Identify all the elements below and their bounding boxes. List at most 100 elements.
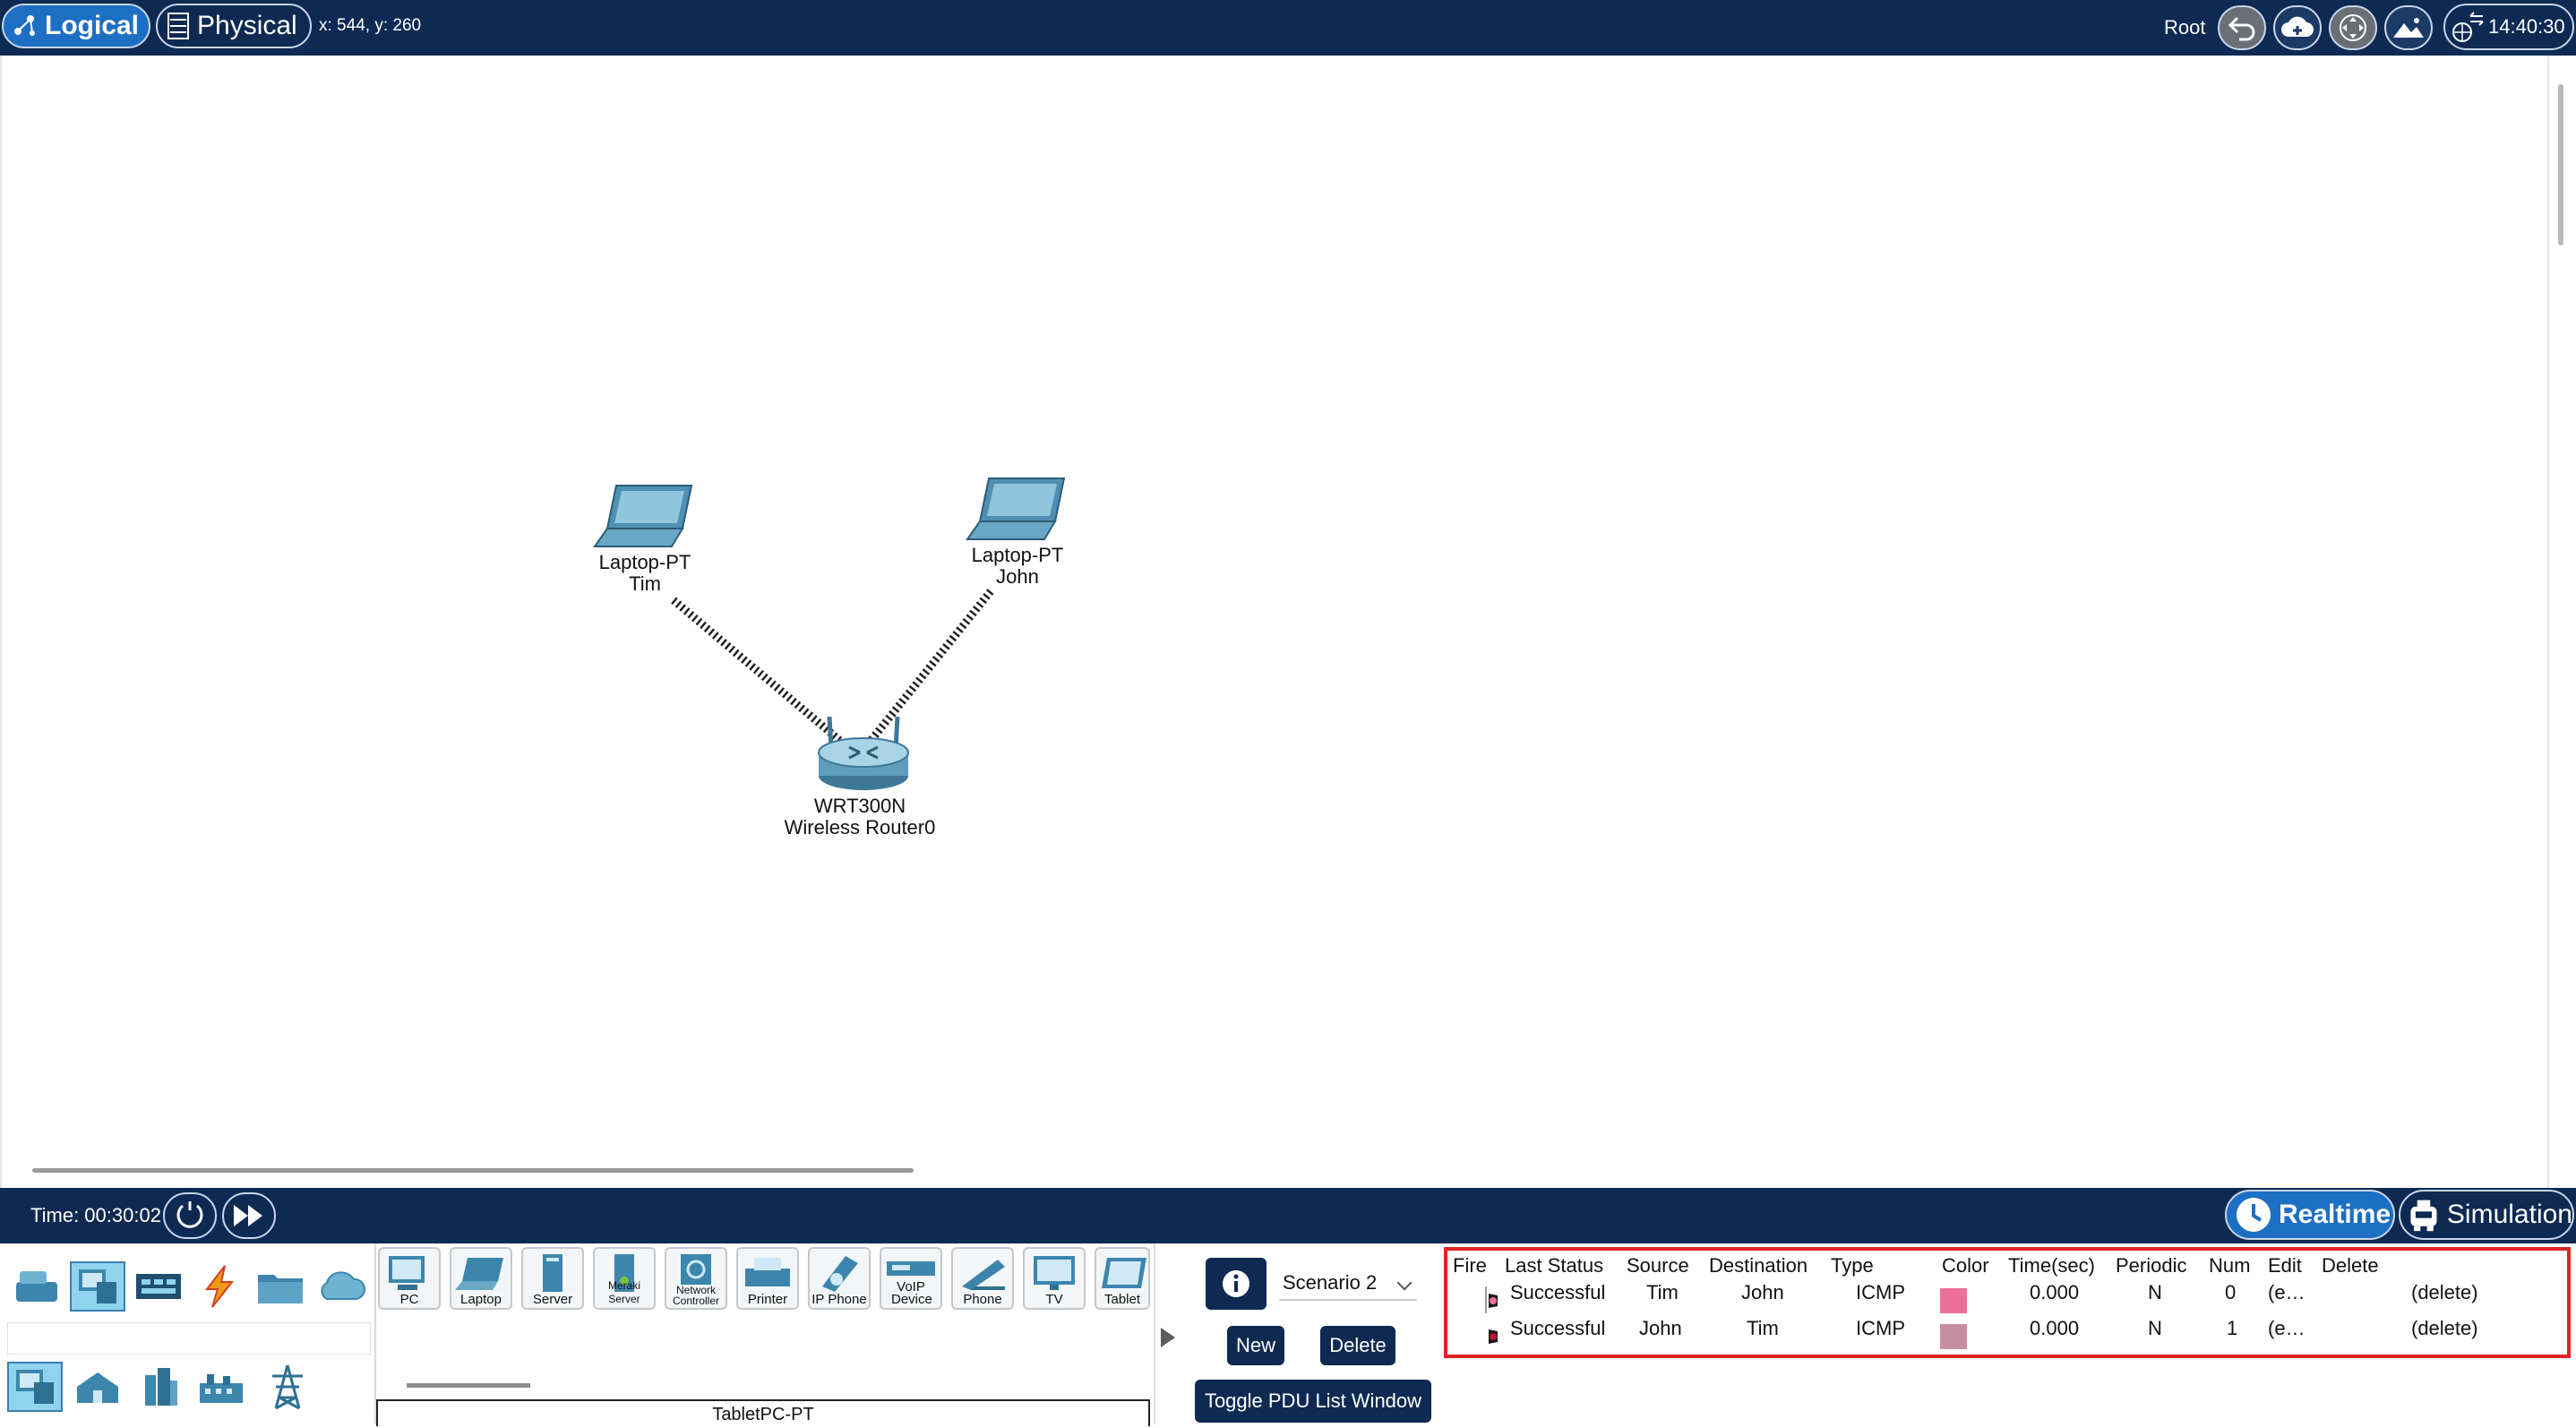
device-meraki-server[interactable]: Meraki Server [593,1247,656,1310]
clock-display[interactable]: 14:40:30 [2443,4,2574,50]
delete-scenario-button[interactable]: Delete [1320,1326,1395,1365]
device-tv[interactable]: TV [1023,1247,1086,1310]
device-name: John [996,565,1039,588]
column-header: Color [1942,1254,1989,1277]
category-multiuser[interactable] [313,1261,369,1312]
wireless-router-icon[interactable] [810,713,917,792]
pdu-source: Tim [1646,1281,1679,1303]
category-end-devices[interactable] [70,1261,125,1312]
home-icon [77,1372,118,1403]
tab-physical[interactable]: Physical [156,4,312,48]
pdu-periodic: N [2148,1317,2162,1339]
column-header: Num [2209,1254,2251,1277]
subcategory-end-devices[interactable] [7,1362,63,1412]
scenario-select[interactable]: Scenario 2 [1279,1265,1417,1301]
realtime-mode-button[interactable]: Realtime [2225,1190,2395,1240]
network-clock-icon [2452,12,2484,42]
fast-forward-button[interactable] [222,1192,276,1239]
device-name: Tim [629,572,661,595]
device-phone[interactable]: Phone [951,1247,1014,1310]
collapse-arrow-icon[interactable] [1161,1328,1175,1347]
clock-icon [2237,1198,2271,1232]
power-cycle-button[interactable] [163,1192,217,1239]
printer-icon [745,1258,790,1286]
end-devices-icon [79,1269,116,1303]
device-printer[interactable]: Printer [736,1247,799,1310]
device-caption: PC [399,1292,419,1307]
new-scenario-button[interactable]: New [1227,1326,1284,1365]
back-button[interactable] [2218,5,2266,50]
pdu-periodic: N [2148,1281,2162,1303]
device-model: Laptop-PT [598,551,691,573]
laptop-icon[interactable] [593,482,699,552]
device-ip-phone[interactable]: IP Phone [808,1247,871,1310]
category-network-devices[interactable] [9,1261,64,1312]
tv-icon [1034,1256,1075,1290]
tab-logical-label: Logical [45,11,140,40]
power-grid-icon [272,1364,303,1410]
fire-pdu-icon[interactable] [1483,1286,1499,1313]
stopwatch-icon [2410,1200,2437,1232]
subcategory-smart-city[interactable] [133,1362,188,1412]
device-server[interactable]: Server [521,1247,584,1310]
move-icon [2340,14,2366,41]
device-caption: VoIP Device [891,1279,932,1307]
device-network-controller[interactable]: Network Controller [665,1247,727,1310]
category-search-field[interactable] [7,1322,371,1355]
smart-city-icon [145,1368,177,1406]
toggle-pdu-list-button[interactable]: Toggle PDU List Window [1195,1380,1431,1423]
simulation-mode-button[interactable]: Simulation [2399,1190,2574,1240]
column-header: Fire [1453,1254,1487,1277]
scenario-info-button[interactable] [1206,1258,1267,1310]
info-icon [1223,1270,1249,1297]
column-header: Delete [2322,1254,2379,1277]
device-caption: Printer [747,1292,788,1307]
subcategory-home[interactable] [70,1362,125,1412]
pdu-time: 0.000 [2030,1317,2080,1339]
selected-device-model: TabletPC-PT [376,1399,1150,1426]
pdu-edit-link[interactable]: (e… [2268,1317,2306,1340]
fire-pdu-icon[interactable] [1483,1322,1499,1349]
tab-logical[interactable]: Logical [2,4,150,48]
device-label-tim: Laptop-PT Tim [564,552,726,595]
pdu-delete-link[interactable]: (delete) [2411,1317,2478,1340]
vertical-scrollbar[interactable] [2558,84,2563,245]
ip-phone-icon [822,1256,858,1292]
pdu-delete-link[interactable]: (delete) [2411,1281,2478,1304]
pdu-edit-link[interactable]: (e… [2268,1281,2306,1304]
category-components[interactable] [131,1261,186,1312]
device-tablet[interactable]: Tablet [1095,1247,1150,1310]
pdu-color-swatch [1940,1324,1967,1349]
palette-divider [1154,1243,1155,1424]
set-background-button[interactable] [2384,5,2433,50]
pdu-list-table [1444,1247,2571,1358]
miscellaneous-icon [258,1275,303,1303]
pc-icon [389,1256,425,1290]
palette-scrollbar[interactable] [407,1383,530,1388]
column-header: Last Status [1505,1254,1604,1277]
move-object-button[interactable] [2329,5,2377,50]
laptop-icon[interactable] [966,475,1071,545]
pdu-destination: John [1741,1281,1784,1303]
device-caption: Laptop [460,1292,502,1307]
column-header: Periodic [2116,1254,2187,1277]
reset-icon [176,1201,203,1228]
clock-time: 14:40:30 [2488,15,2565,38]
back-arrow-icon [2228,16,2255,41]
category-connections[interactable] [192,1261,247,1312]
fast-forward-icon [234,1205,262,1226]
subcategory-industrial[interactable] [193,1362,249,1412]
components-icon [136,1274,181,1299]
column-header: Destination [1709,1254,1808,1277]
device-pc[interactable]: PC [378,1247,441,1310]
laptop-icon [455,1258,503,1290]
device-laptop[interactable]: Laptop [450,1247,512,1310]
subcategory-power-grid[interactable] [260,1362,315,1412]
device-caption: Network Controller [672,1284,720,1307]
horizontal-scrollbar[interactable] [32,1168,914,1173]
category-miscellaneous[interactable] [253,1261,308,1312]
new-cluster-button[interactable] [2273,5,2322,50]
device-voip-device[interactable]: VoIP Device [880,1247,942,1310]
pdu-color-swatch [1940,1288,1967,1313]
device-caption: Tablet [1103,1292,1141,1307]
